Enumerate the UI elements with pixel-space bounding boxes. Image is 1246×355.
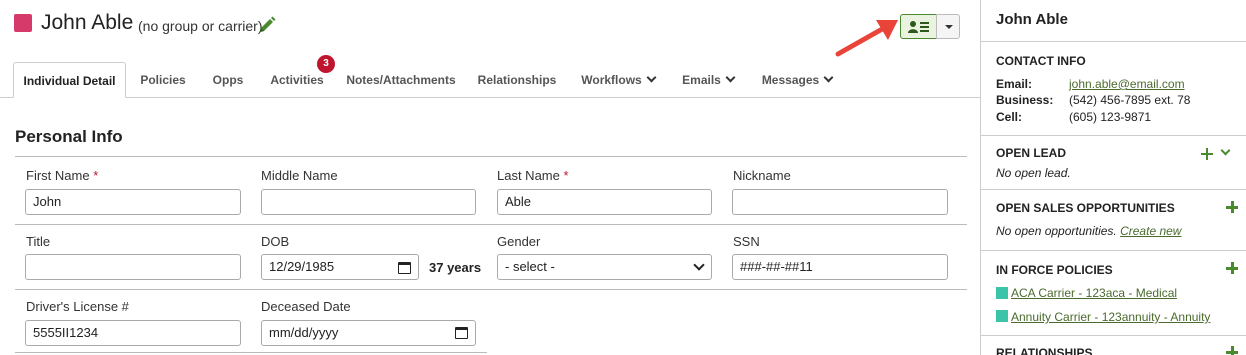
tab-emails-label: Emails bbox=[682, 73, 721, 87]
pencil-icon[interactable] bbox=[257, 15, 277, 35]
annotation-arrow bbox=[835, 20, 898, 57]
calendar-icon[interactable] bbox=[455, 327, 468, 339]
contact-color-marker bbox=[14, 14, 32, 32]
contact-name-title: John Able bbox=[41, 11, 134, 34]
cell-phone-label: Cell: bbox=[996, 110, 1023, 124]
panel-divider bbox=[981, 250, 1246, 251]
first-name-input[interactable]: John bbox=[25, 189, 241, 215]
add-policy-plus-icon[interactable] bbox=[1226, 262, 1238, 274]
tab-individual-detail[interactable]: Individual Detail bbox=[13, 62, 126, 98]
business-phone-label: Business: bbox=[996, 93, 1054, 107]
open-sales-heading: OPEN SALES OPPORTUNITIES bbox=[996, 201, 1175, 215]
middle-name-input[interactable] bbox=[261, 189, 476, 215]
chevron-down-icon bbox=[725, 72, 736, 83]
deceased-date-value: mm/dd/yyyy bbox=[269, 325, 339, 340]
last-name-input[interactable]: Able bbox=[497, 189, 712, 215]
contact-card-button[interactable] bbox=[900, 14, 937, 39]
drivers-license-input[interactable]: 5555II1234 bbox=[25, 320, 241, 346]
panel-divider bbox=[981, 189, 1246, 190]
contact-summary-panel: John Able CONTACT INFO Email: john.able@… bbox=[980, 0, 1246, 355]
title-input[interactable] bbox=[25, 254, 241, 280]
row-divider bbox=[15, 289, 967, 290]
middle-name-label: Middle Name bbox=[261, 168, 338, 183]
dob-value: 12/29/1985 bbox=[269, 259, 335, 274]
dob-input[interactable]: 12/29/1985 bbox=[261, 254, 419, 280]
open-sales-text: No open opportunities. Create new bbox=[996, 224, 1182, 238]
dob-label: DOB bbox=[261, 234, 290, 249]
panel-divider bbox=[981, 135, 1246, 136]
nickname-label: Nickname bbox=[733, 168, 791, 183]
tab-bar: Individual Detail Policies Opps Activiti… bbox=[0, 62, 980, 98]
tab-emails[interactable]: Emails bbox=[676, 62, 740, 98]
tab-opps[interactable]: Opps bbox=[204, 62, 252, 98]
contact-card-dropdown-button[interactable] bbox=[936, 14, 960, 39]
create-new-link[interactable]: Create new bbox=[1120, 224, 1181, 238]
policy-color-marker bbox=[996, 310, 1008, 322]
gender-select[interactable]: - select - bbox=[497, 254, 712, 280]
drivers-license-label: Driver's License # bbox=[26, 299, 129, 314]
chevron-down-icon bbox=[646, 72, 657, 83]
add-relationship-plus-icon[interactable] bbox=[1226, 346, 1238, 355]
chevron-down-icon bbox=[823, 72, 834, 83]
nickname-input[interactable] bbox=[732, 189, 948, 215]
ssn-input[interactable]: ###-##-##11 bbox=[732, 254, 948, 280]
title-label: Title bbox=[26, 234, 51, 249]
tab-messages[interactable]: Messages bbox=[757, 62, 837, 98]
calendar-icon[interactable] bbox=[398, 262, 411, 274]
contact-info-heading: CONTACT INFO bbox=[996, 54, 1086, 68]
panel-divider bbox=[981, 41, 1246, 42]
contact-card-icon bbox=[908, 21, 929, 33]
business-phone-value: (542) 456-7895 ext. 78 bbox=[1069, 93, 1191, 107]
tab-notes-attachments[interactable]: Notes/Attachments bbox=[344, 62, 458, 98]
open-lead-heading: OPEN LEAD bbox=[996, 146, 1067, 160]
ssn-label: SSN bbox=[733, 234, 760, 249]
row-divider bbox=[15, 224, 967, 225]
deceased-date-label: Deceased Date bbox=[261, 299, 351, 314]
add-opportunity-plus-icon[interactable] bbox=[1226, 201, 1238, 213]
open-lead-text: No open lead. bbox=[996, 166, 1071, 180]
policy-link[interactable]: Annuity Carrier - 123annuity - Annuity bbox=[1011, 310, 1210, 324]
panel-divider bbox=[981, 335, 1246, 336]
chevron-down-icon[interactable] bbox=[1220, 145, 1231, 156]
gender-selected-value: - select - bbox=[505, 259, 555, 274]
panel-contact-name: John Able bbox=[996, 11, 1068, 28]
tab-relationships[interactable]: Relationships bbox=[473, 62, 561, 98]
email-link[interactable]: john.able@email.com bbox=[1069, 77, 1185, 91]
tab-policies[interactable]: Policies bbox=[134, 62, 192, 98]
deceased-date-input[interactable]: mm/dd/yyyy bbox=[261, 320, 476, 346]
policy-color-marker bbox=[996, 287, 1008, 299]
last-name-label: Last Name * bbox=[497, 168, 569, 183]
section-divider bbox=[15, 156, 967, 157]
add-lead-plus-icon[interactable] bbox=[1201, 148, 1213, 160]
section-title-personal-info: Personal Info bbox=[15, 127, 123, 146]
cell-phone-value: (605) 123-9871 bbox=[1069, 110, 1152, 124]
activities-count-badge: 3 bbox=[317, 55, 335, 73]
email-label: Email: bbox=[996, 77, 1033, 91]
tab-messages-label: Messages bbox=[761, 73, 820, 87]
relationships-heading: RELATIONSHIPS bbox=[996, 346, 1093, 355]
tab-workflows[interactable]: Workflows bbox=[576, 62, 660, 98]
group-carrier-text: (no group or carrier) bbox=[138, 18, 263, 34]
gender-label: Gender bbox=[497, 234, 541, 249]
age-text: 37 years bbox=[429, 260, 482, 275]
first-name-label: First Name * bbox=[26, 168, 99, 183]
tab-workflows-label: Workflows bbox=[581, 73, 642, 87]
row-divider bbox=[15, 352, 487, 353]
in-force-policies-heading: IN FORCE POLICIES bbox=[996, 263, 1113, 277]
policy-link[interactable]: ACA Carrier - 123aca - Medical bbox=[1011, 286, 1177, 300]
